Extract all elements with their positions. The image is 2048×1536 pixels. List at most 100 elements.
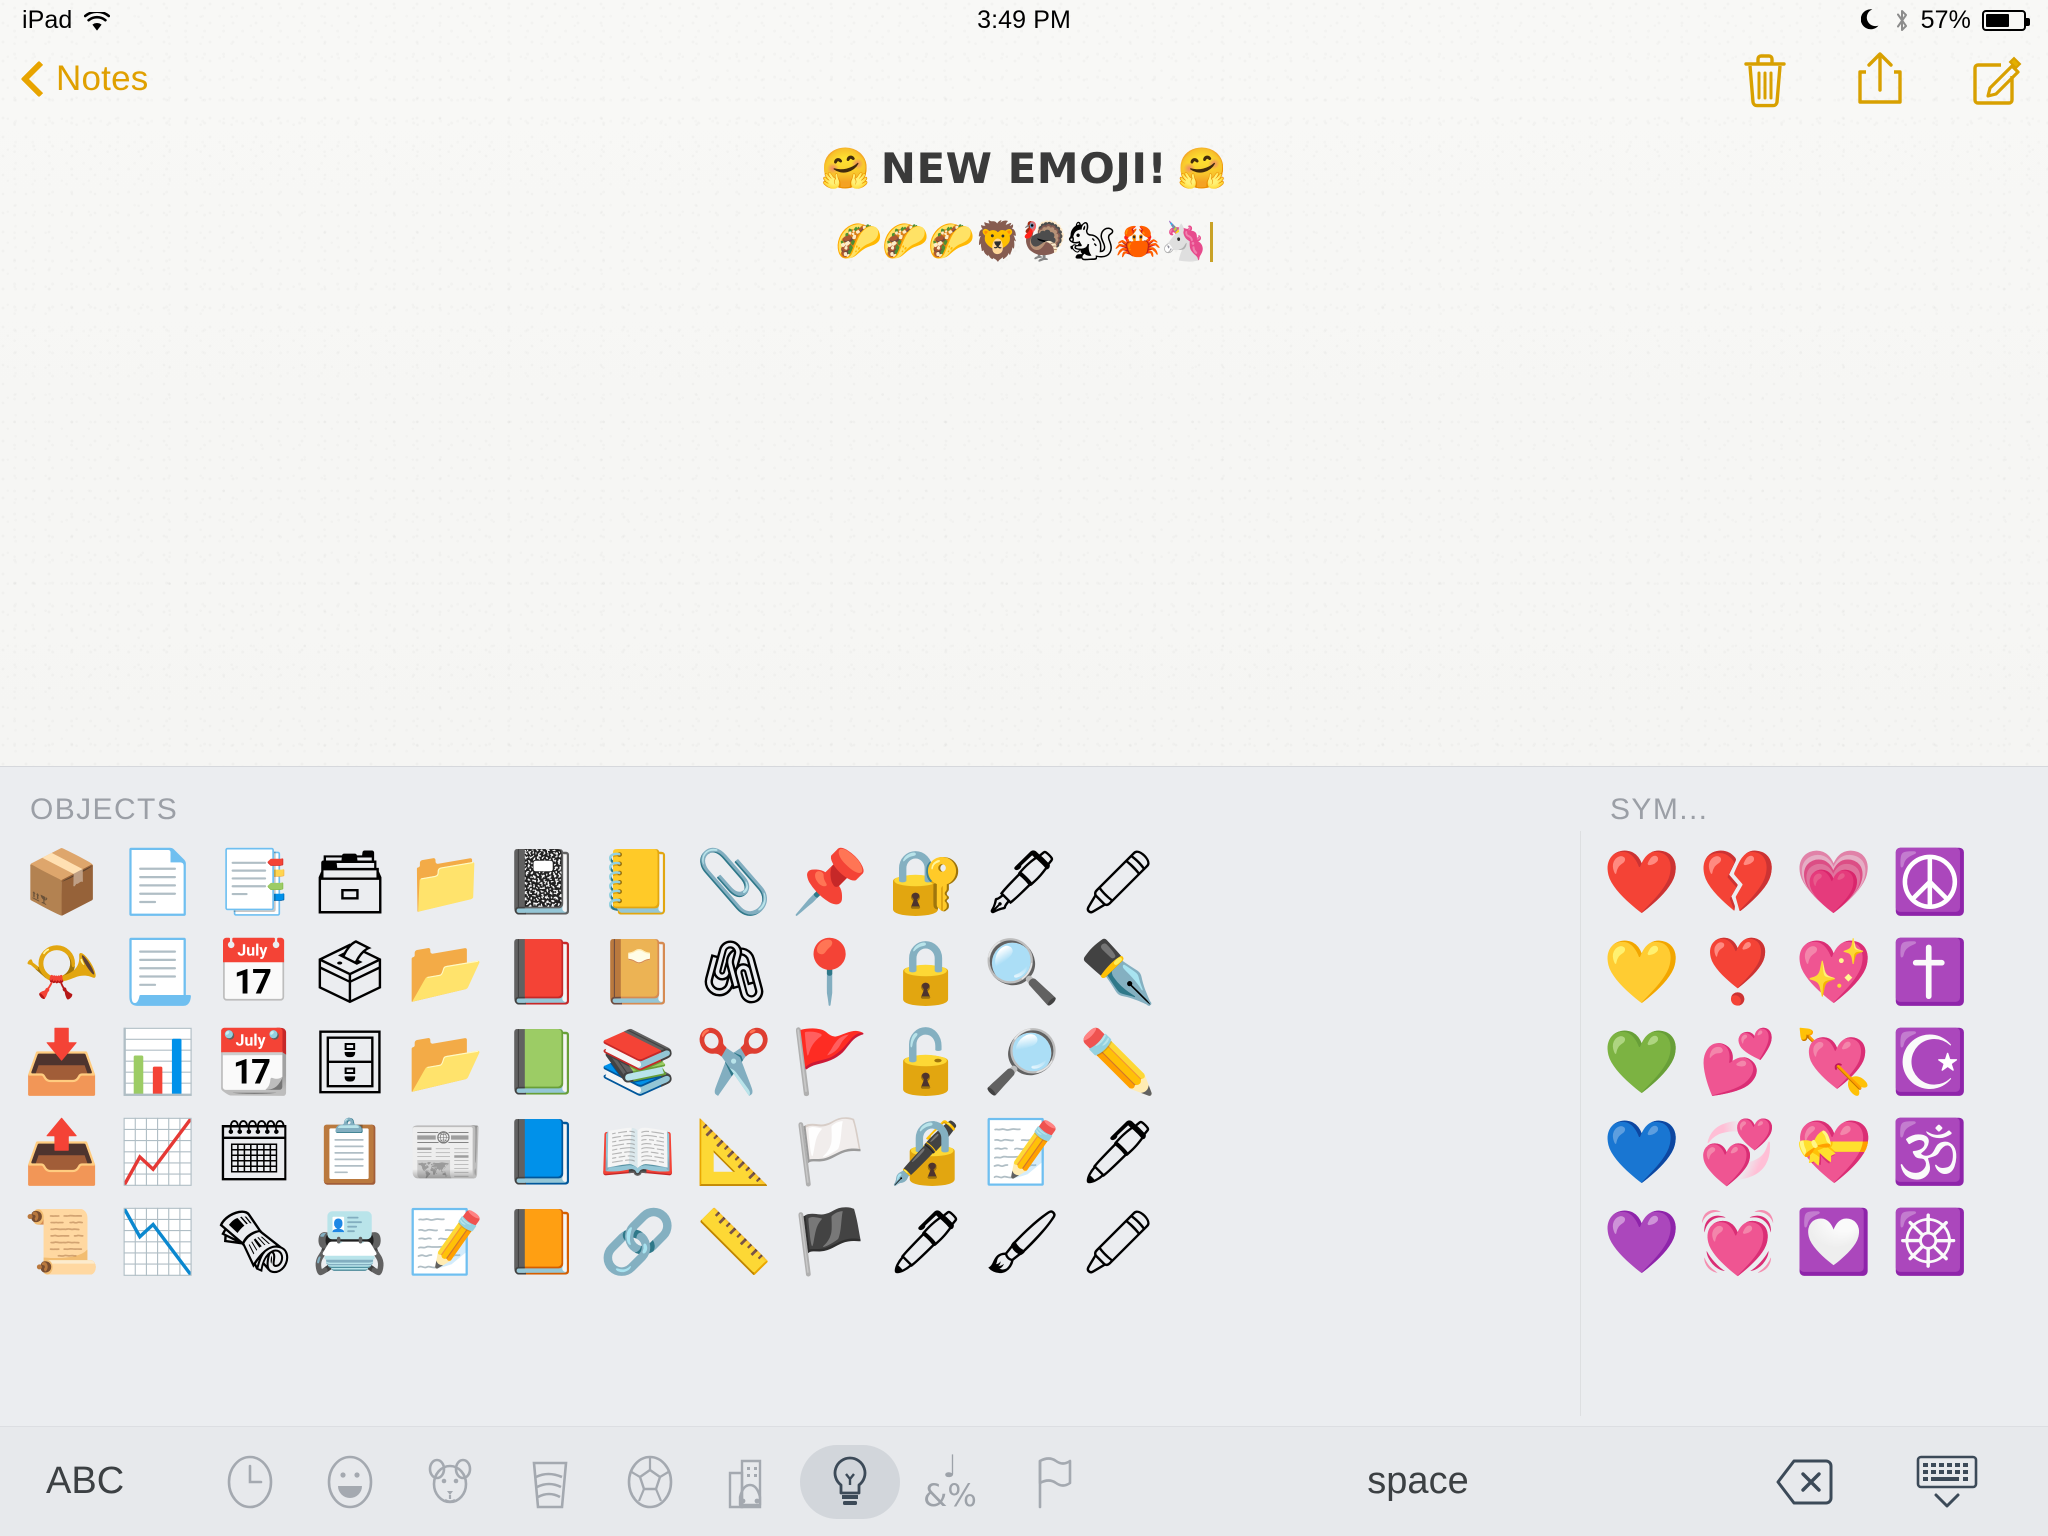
emoji-key[interactable]: 📊 [110,1017,206,1107]
emoji-key[interactable]: 🔏 [878,1107,974,1197]
category-recent[interactable] [200,1445,300,1519]
emoji-key[interactable]: ❣️ [1690,927,1786,1017]
emoji-key[interactable]: 🏴 [782,1197,878,1287]
emoji-key[interactable]: 💘 [1786,1017,1882,1107]
note-content[interactable]: 🤗 NEW EMOJI! 🤗 🌮🌮🌮🦁🦃🐿🦀🦄 [0,118,2048,264]
emoji-key[interactable]: 📑 [206,837,302,927]
emoji-key[interactable]: 💕 [1690,1017,1786,1107]
emoji-key[interactable]: 🗞 [206,1197,302,1287]
emoji-key[interactable]: 💖 [1786,927,1882,1017]
emoji-key[interactable]: 🔍 [974,927,1070,1017]
emoji-key[interactable]: ❤️ [1594,837,1690,927]
emoji-key[interactable]: 💓 [1690,1197,1786,1287]
emoji-key[interactable]: 🖊 [878,1197,974,1287]
category-travel[interactable] [700,1445,800,1519]
emoji-grid-objects[interactable]: 📦 📯 📥 📤 📜 📄 📃 📊 📈 📉 📑 📅 📆 🗓 🗞 🗃 🗳 🗄 📋 📇 📁 📂 📂 📰 📝 📓 📕 📗 📘 📙 📒 📔 📚 📖 🔗 📎 🖇 ✂️ 📐… [0,829,1580,1287]
emoji-key[interactable]: 🔗 [590,1197,686,1287]
emoji-key[interactable]: 🔎 [974,1017,1070,1107]
trash-icon[interactable] [1738,50,1792,108]
emoji-key[interactable]: 📁 [398,837,494,927]
note-paper[interactable]: iPad 3:49 PM 57% Notes 🤗 NEW EMOJI! 🤗 🌮🌮… [0,0,2048,766]
emoji-key[interactable]: 📤 [14,1107,110,1197]
emoji-key[interactable]: 📕 [494,927,590,1017]
emoji-key[interactable]: 🖌 [974,1197,1070,1287]
compose-icon[interactable] [1968,50,2022,108]
emoji-key[interactable]: 💔 [1690,837,1786,927]
emoji-key[interactable]: 📎 [686,837,782,927]
category-smileys[interactable] [300,1445,400,1519]
category-flags[interactable] [1000,1445,1100,1519]
emoji-key[interactable]: 📏 [686,1197,782,1287]
emoji-key[interactable]: 📚 [590,1017,686,1107]
emoji-key[interactable]: 🖊 [1070,1107,1166,1197]
emoji-key[interactable]: 🏳️ [782,1107,878,1197]
emoji-key[interactable]: 📌 [782,837,878,927]
emoji-key[interactable]: 📃 [110,927,206,1017]
emoji-key[interactable]: 📍 [782,927,878,1017]
emoji-key[interactable]: 📜 [14,1197,110,1287]
emoji-key[interactable]: 📒 [590,837,686,927]
emoji-key[interactable]: 📔 [590,927,686,1017]
emoji-key[interactable]: 🗓 [206,1107,302,1197]
emoji-key[interactable]: 📘 [494,1107,590,1197]
emoji-key[interactable]: 📂 [398,1017,494,1107]
emoji-key[interactable]: 📯 [14,927,110,1017]
emoji-key[interactable]: 🕉️ [1882,1107,1978,1197]
abc-key[interactable]: ABC [0,1460,200,1503]
emoji-key[interactable]: 📝 [974,1107,1070,1197]
emoji-key[interactable]: ☪️ [1882,1017,1978,1107]
category-symbols[interactable]: ♩ &% [900,1445,1000,1519]
emoji-key[interactable]: 💝 [1786,1107,1882,1197]
category-objects[interactable] [800,1444,900,1519]
emoji-key[interactable]: 💟 [1786,1197,1882,1287]
emoji-key[interactable]: 💙 [1594,1107,1690,1197]
emoji-grid-symbols[interactable]: ❤️ 💛 💚 💙 💜 💔 ❣️ 💕 💞 💓 💗 💖 💘 💝 💟 ☮️ ✝️ ☪️ 🕉️ ☸️ [1580,829,2048,1287]
category-activities[interactable] [600,1445,700,1519]
emoji-key[interactable]: 🚩 [782,1017,878,1107]
emoji-key[interactable]: ✝️ [1882,927,1978,1017]
category-food[interactable] [500,1445,600,1519]
emoji-key[interactable]: 📐 [686,1107,782,1197]
emoji-key[interactable]: 📓 [494,837,590,927]
emoji-key[interactable]: ☸️ [1882,1197,1978,1287]
emoji-key[interactable]: 📰 [398,1107,494,1197]
emoji-key[interactable]: 📅 [206,927,302,1017]
emoji-key[interactable]: 💗 [1786,837,1882,927]
hide-keyboard-icon[interactable] [1916,1454,1978,1510]
emoji-key[interactable]: 🖇 [686,927,782,1017]
emoji-key[interactable]: 🖍 [1070,1197,1166,1287]
emoji-key[interactable]: 📈 [110,1107,206,1197]
share-icon[interactable] [1854,50,1906,108]
emoji-key[interactable]: 💚 [1594,1017,1690,1107]
emoji-key[interactable]: ✏️ [1070,1017,1166,1107]
space-key[interactable]: space [1060,1460,1776,1503]
emoji-key[interactable]: 🖋 [974,837,1070,927]
emoji-key[interactable]: 📦 [14,837,110,927]
emoji-key[interactable]: 📖 [590,1107,686,1197]
emoji-key[interactable]: 🔒 [878,927,974,1017]
emoji-key[interactable]: 📂 [398,927,494,1017]
emoji-key[interactable]: 📗 [494,1017,590,1107]
emoji-key[interactable]: 🗄 [302,1017,398,1107]
emoji-key[interactable]: 📙 [494,1197,590,1287]
emoji-key[interactable]: 📝 [398,1197,494,1287]
emoji-key[interactable]: 📄 [110,837,206,927]
emoji-key[interactable]: 💜 [1594,1197,1690,1287]
delete-backspace-icon[interactable] [1776,1457,1834,1507]
emoji-key[interactable]: 📋 [302,1107,398,1197]
emoji-key[interactable]: 🔐 [878,837,974,927]
emoji-key[interactable]: ✂️ [686,1017,782,1107]
category-animals[interactable] [400,1445,500,1519]
emoji-key[interactable]: ☮️ [1882,837,1978,927]
emoji-key[interactable]: ✒️ [1070,927,1166,1017]
emoji-key[interactable]: 🗃 [302,837,398,927]
back-to-notes-button[interactable]: Notes [22,59,148,99]
emoji-key[interactable]: 💞 [1690,1107,1786,1197]
emoji-key[interactable]: 💛 [1594,927,1690,1017]
emoji-key[interactable]: 🔓 [878,1017,974,1107]
emoji-key[interactable]: 📆 [206,1017,302,1107]
emoji-key[interactable]: 📉 [110,1197,206,1287]
emoji-key[interactable]: 🗳 [302,927,398,1017]
emoji-key[interactable]: 📥 [14,1017,110,1107]
emoji-key[interactable]: 🖍 [1070,837,1166,927]
